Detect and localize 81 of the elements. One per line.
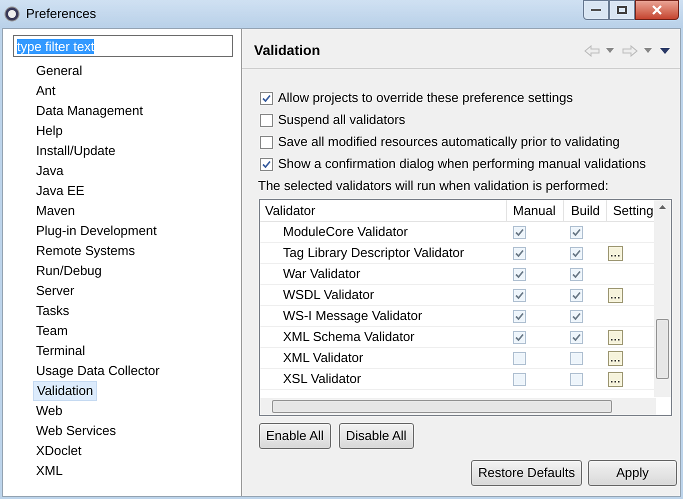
vertical-scrollbar[interactable] bbox=[654, 200, 671, 397]
column-header[interactable]: Build bbox=[564, 200, 607, 221]
note-text: The selected validators will run when validation is performed: bbox=[258, 177, 610, 195]
horizontal-scrollbar[interactable] bbox=[260, 398, 656, 415]
checkbox[interactable] bbox=[513, 288, 526, 302]
minimize-button[interactable] bbox=[583, 0, 609, 20]
close-icon bbox=[652, 5, 662, 15]
sidebar-item[interactable]: Java EE bbox=[33, 182, 88, 200]
checkbox[interactable] bbox=[570, 268, 583, 280]
checkbox[interactable] bbox=[570, 310, 583, 322]
maximize-button[interactable] bbox=[609, 0, 635, 20]
window-title: Preferences bbox=[26, 5, 96, 24]
table-cell-text: WS-I Message Validator bbox=[282, 307, 424, 326]
checkbox-label: Suspend all validators bbox=[278, 111, 406, 130]
scroll-up-icon[interactable] bbox=[659, 205, 666, 209]
table-cell-text: WSDL Validator bbox=[282, 286, 376, 304]
sidebar-item[interactable]: Server bbox=[33, 282, 78, 300]
app-icon bbox=[4, 6, 20, 22]
checkbox[interactable] bbox=[513, 352, 526, 364]
sidebar-item[interactable]: XDoclet bbox=[33, 442, 85, 460]
table-cell-text: XSL Validator bbox=[282, 370, 362, 388]
checkbox[interactable] bbox=[513, 310, 526, 322]
sidebar-item[interactable]: Maven bbox=[33, 202, 78, 220]
push-button[interactable]: Restore Defaults bbox=[471, 460, 582, 486]
sidebar-item[interactable]: Run/Debug bbox=[33, 262, 105, 280]
sidebar-item[interactable]: Java bbox=[33, 162, 66, 180]
sidebar-item[interactable]: Plug-in Development bbox=[33, 222, 160, 240]
sidebar-item[interactable]: Terminal bbox=[33, 342, 88, 360]
table-cell-text: ModuleCore Validator bbox=[282, 223, 409, 242]
settings-button[interactable] bbox=[608, 288, 623, 302]
caret-icon[interactable] bbox=[644, 48, 652, 53]
checkbox[interactable] bbox=[513, 330, 526, 344]
close-button[interactable] bbox=[635, 0, 679, 20]
column-header[interactable]: Manual bbox=[507, 200, 564, 221]
sidebar-item[interactable]: Data Management bbox=[33, 102, 146, 120]
settings-button[interactable] bbox=[608, 330, 623, 344]
push-button[interactable]: Enable All bbox=[259, 423, 331, 449]
scroll-thumb[interactable] bbox=[272, 400, 612, 413]
table-cell-text: XML Validator bbox=[282, 349, 364, 368]
checkbox[interactable] bbox=[513, 226, 526, 238]
checkbox[interactable] bbox=[260, 92, 273, 104]
sidebar-item[interactable]: Help bbox=[33, 122, 66, 140]
sidebar-item[interactable]: Validation bbox=[33, 381, 98, 401]
settings-button[interactable] bbox=[608, 350, 623, 366]
sidebar-item[interactable]: General bbox=[33, 62, 86, 80]
checkbox[interactable] bbox=[260, 136, 273, 148]
table-cell-text: War Validator bbox=[282, 265, 362, 284]
checkbox[interactable] bbox=[260, 114, 273, 126]
sidebar-item[interactable]: Usage Data Collector bbox=[33, 362, 163, 380]
settings-button[interactable] bbox=[608, 372, 623, 386]
sidebar-item[interactable]: XML bbox=[33, 462, 66, 480]
column-header[interactable]: Validator bbox=[260, 200, 507, 221]
checkbox[interactable] bbox=[570, 246, 583, 260]
table-cell-text: Tag Library Descriptor Validator bbox=[282, 244, 466, 262]
sidebar-item[interactable]: Remote Systems bbox=[33, 242, 138, 260]
sidebar-item[interactable]: Ant bbox=[33, 82, 59, 100]
checkbox[interactable] bbox=[570, 372, 583, 386]
scroll-thumb[interactable] bbox=[656, 319, 669, 379]
push-button[interactable]: Disable All bbox=[338, 423, 414, 449]
table-cell-text: XML Schema Validator bbox=[282, 328, 416, 346]
checkbox[interactable] bbox=[513, 246, 526, 260]
checkbox[interactable] bbox=[570, 288, 583, 302]
checkbox[interactable] bbox=[570, 226, 583, 238]
sidebar-item[interactable]: Install/Update bbox=[33, 142, 118, 160]
menu-icon[interactable] bbox=[660, 48, 670, 54]
sidebar-item[interactable]: Team bbox=[33, 322, 71, 340]
sidebar-item[interactable]: Web bbox=[33, 402, 66, 420]
push-button[interactable]: Apply bbox=[588, 460, 677, 486]
caret-icon[interactable] bbox=[606, 48, 614, 53]
settings-button[interactable] bbox=[608, 246, 623, 260]
checkbox-label: Save all modified resources automatically prior to validating bbox=[278, 133, 620, 152]
sidebar-item[interactable]: Tasks bbox=[33, 302, 72, 320]
page-title: Validation bbox=[254, 41, 320, 60]
checkbox[interactable] bbox=[513, 372, 526, 386]
checkbox-label: Allow projects to override these preference settings bbox=[278, 89, 573, 108]
checkbox-label: Show a confirmation dialog when performing manual validations bbox=[278, 155, 646, 174]
checkbox[interactable] bbox=[260, 158, 273, 170]
checkbox[interactable] bbox=[570, 352, 583, 364]
checkbox[interactable] bbox=[570, 330, 583, 344]
checkbox[interactable] bbox=[513, 268, 526, 280]
sidebar-item[interactable]: Web Services bbox=[33, 422, 119, 440]
